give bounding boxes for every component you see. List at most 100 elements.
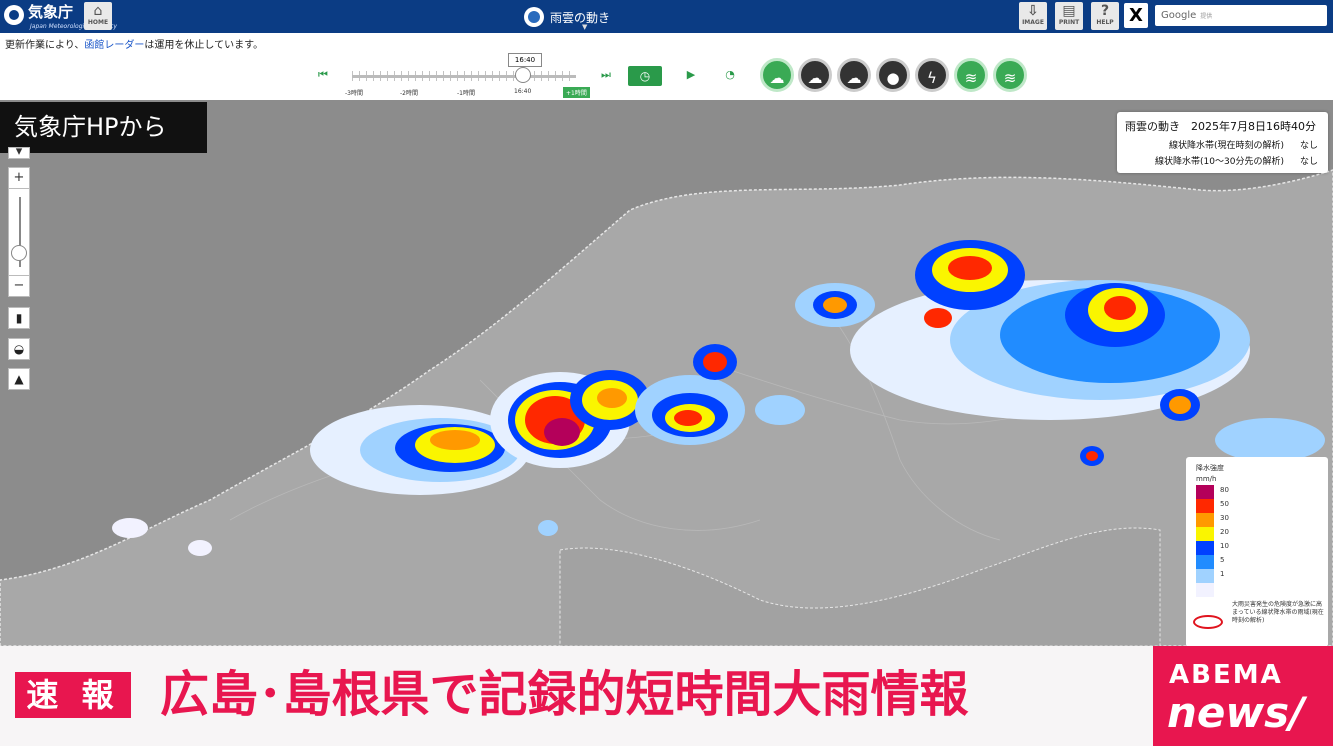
plus-icon: + bbox=[13, 170, 25, 185]
timeline-slider-handle[interactable] bbox=[515, 67, 531, 83]
zoom-slider[interactable] bbox=[8, 189, 30, 275]
legend-unit: mm/h bbox=[1196, 475, 1217, 483]
radar-map[interactable] bbox=[0, 100, 1333, 646]
map-icon: ▮ bbox=[15, 311, 23, 325]
zoom-slider-handle[interactable] bbox=[11, 245, 27, 261]
collapse-toolbar-button[interactable]: ▾ bbox=[8, 144, 30, 159]
legend-value: 5 bbox=[1220, 556, 1225, 564]
image-label: IMAGE bbox=[1022, 19, 1044, 26]
cloud-forecast-icon: ☁ bbox=[846, 69, 862, 87]
clock-button[interactable]: ◷ bbox=[628, 66, 662, 86]
timeline-label: 16:40 bbox=[514, 88, 532, 95]
skip-end-icon[interactable]: ⏭ bbox=[595, 66, 617, 84]
info-row-value: なし bbox=[1299, 157, 1318, 167]
chevron-down-icon: ▾ bbox=[15, 144, 23, 159]
rain-cloud-layer-button[interactable]: ☁ bbox=[760, 58, 794, 92]
legend-value: 20 bbox=[1220, 528, 1229, 536]
breaking-news-badge: 速 報 bbox=[15, 672, 131, 718]
help-label: HELP bbox=[1096, 19, 1114, 26]
info-panel: 雨雲の動き 2025年7月8日16時40分 線状降水帯(現在時刻の解析) なし 線… bbox=[1117, 112, 1328, 173]
rain-band-icon: ≋ bbox=[964, 69, 978, 87]
timeline-slider[interactable] bbox=[352, 75, 576, 78]
info-row-value: なし bbox=[1299, 141, 1318, 151]
search-input[interactable]: Google 提供 bbox=[1155, 5, 1327, 26]
zoom-out-button[interactable]: − bbox=[8, 275, 30, 297]
legend-note: 大雨災害発生の危険度が急激に高まっている線状降水帯の雨域(現在時刻の解析) bbox=[1232, 601, 1324, 624]
legend-title: 降水強度 bbox=[1196, 464, 1224, 472]
home-button[interactable]: ⌂ HOME bbox=[84, 2, 112, 30]
clock-icon: ◷ bbox=[639, 69, 651, 83]
news-banner: 速 報 広島･島根県で記録的短時間大雨情報 ABEMA news/ bbox=[0, 646, 1333, 746]
legend-value: 1 bbox=[1220, 570, 1225, 578]
help-button[interactable]: ? HELP bbox=[1091, 2, 1119, 30]
legend-value: 80 bbox=[1220, 486, 1229, 494]
mountain-icon: ▲ bbox=[14, 372, 24, 386]
image-button[interactable]: ⇩ IMAGE bbox=[1019, 2, 1047, 30]
raindrop-icon: ● bbox=[886, 69, 900, 87]
cloud-forecast-layer-button[interactable]: ☁ bbox=[837, 58, 871, 92]
legend-color-swatch bbox=[1196, 569, 1214, 583]
legend-color-swatch bbox=[1196, 583, 1214, 597]
home-label: HOME bbox=[87, 19, 109, 26]
legend-color-swatch bbox=[1196, 541, 1214, 555]
logo-title: 気象庁 bbox=[28, 3, 74, 21]
legend-color-swatch bbox=[1196, 513, 1214, 527]
timeline-now-label: +1時間 bbox=[563, 87, 590, 98]
info-row-label: 線状降水帯(10～30分先の解析) bbox=[1155, 157, 1284, 167]
source-caption: 気象庁HPから bbox=[0, 102, 207, 153]
map-layer-button[interactable]: ▮ bbox=[8, 307, 30, 329]
info-row-current: 線状降水帯(現在時刻の解析) なし bbox=[1169, 138, 1318, 151]
search-provider-note: 提供 bbox=[1200, 13, 1213, 20]
skip-start-icon[interactable]: ⏮ bbox=[312, 66, 334, 84]
timeline-controls: ⏮ 16:40 -3時間 -2時間 -1時間 16:40 +1時間 ⏭ ◷ ▶ … bbox=[0, 50, 1333, 100]
top-header: 気象庁 Japan Meteorological Agency ⌂ HOME 雨… bbox=[0, 0, 1333, 33]
speed-gauge-icon[interactable]: ◔ bbox=[719, 66, 741, 84]
service-notice: 更新作業により、函館レーダーは運用を休止しています。 bbox=[5, 36, 263, 51]
page-title: 雨雲の動き bbox=[550, 10, 611, 25]
minus-icon: − bbox=[13, 278, 25, 293]
x-share-button[interactable]: X bbox=[1124, 3, 1148, 28]
rain-cloud-icon: ☁ bbox=[769, 69, 785, 87]
home-icon: ⌂ bbox=[93, 3, 103, 19]
jma-logo[interactable]: 気象庁 Japan Meteorological Agency bbox=[4, 3, 117, 31]
lightning-layer-button[interactable]: ϟ bbox=[915, 58, 949, 92]
abema-news-logo: ABEMA news/ bbox=[1153, 646, 1333, 746]
page-title-menu[interactable]: 雨雲の動き ▼ bbox=[524, 4, 611, 31]
legend-color-swatch bbox=[1196, 527, 1214, 541]
current-time: 16:40 bbox=[508, 53, 542, 67]
map-graphic bbox=[0, 100, 1333, 646]
brand-top: ABEMA bbox=[1169, 660, 1283, 690]
print-button[interactable]: ▤ PRINT bbox=[1055, 2, 1083, 30]
print-label: PRINT bbox=[1058, 19, 1080, 26]
brand-bottom: news/ bbox=[1167, 688, 1305, 737]
news-headline: 広島･島根県で記録的短時間大雨情報 bbox=[160, 666, 969, 723]
zoom-in-button[interactable]: + bbox=[8, 167, 30, 189]
info-title: 雨雲の動き 2025年7月8日16時40分 bbox=[1125, 120, 1316, 133]
rain-band-layer-button[interactable]: ≋ bbox=[954, 58, 988, 92]
lightning-icon: ϟ bbox=[927, 69, 937, 87]
legend-color-swatch bbox=[1196, 485, 1214, 499]
terrain-button[interactable]: ▲ bbox=[8, 368, 30, 390]
rain-drop-layer-button[interactable]: ● bbox=[876, 58, 910, 92]
info-row-forecast: 線状降水帯(10～30分先の解析) なし bbox=[1155, 154, 1318, 167]
cloud-icon: ☁ bbox=[807, 69, 823, 87]
water-drop-icon: ◒ bbox=[13, 342, 25, 356]
jma-logo-icon bbox=[4, 5, 24, 25]
legend-value: 10 bbox=[1220, 542, 1229, 550]
timeline-label: -2時間 bbox=[400, 90, 418, 97]
timeline-label: -1時間 bbox=[457, 90, 475, 97]
help-icon: ? bbox=[1100, 3, 1110, 19]
globe-icon bbox=[524, 7, 544, 27]
play-icon[interactable]: ▶ bbox=[680, 66, 702, 84]
printer-icon: ▤ bbox=[1062, 3, 1076, 19]
linear-rain-band-layer-button[interactable]: ≋ bbox=[993, 58, 1027, 92]
zoom-control: + − bbox=[8, 167, 30, 297]
precipitation-legend: 降水強度 mm/h 80 50 30 20 10 5 1 大雨災害発生の危険度が急激に高まっ… bbox=[1186, 457, 1328, 647]
search-placeholder: Google bbox=[1161, 10, 1197, 21]
legend-value: 50 bbox=[1220, 500, 1229, 508]
info-row-label: 線状降水帯(現在時刻の解析) bbox=[1168, 141, 1284, 151]
water-button[interactable]: ◒ bbox=[8, 338, 30, 360]
legend-value: 30 bbox=[1220, 514, 1229, 522]
legend-color-swatch bbox=[1196, 499, 1214, 513]
cloud-layer-button[interactable]: ☁ bbox=[798, 58, 832, 92]
